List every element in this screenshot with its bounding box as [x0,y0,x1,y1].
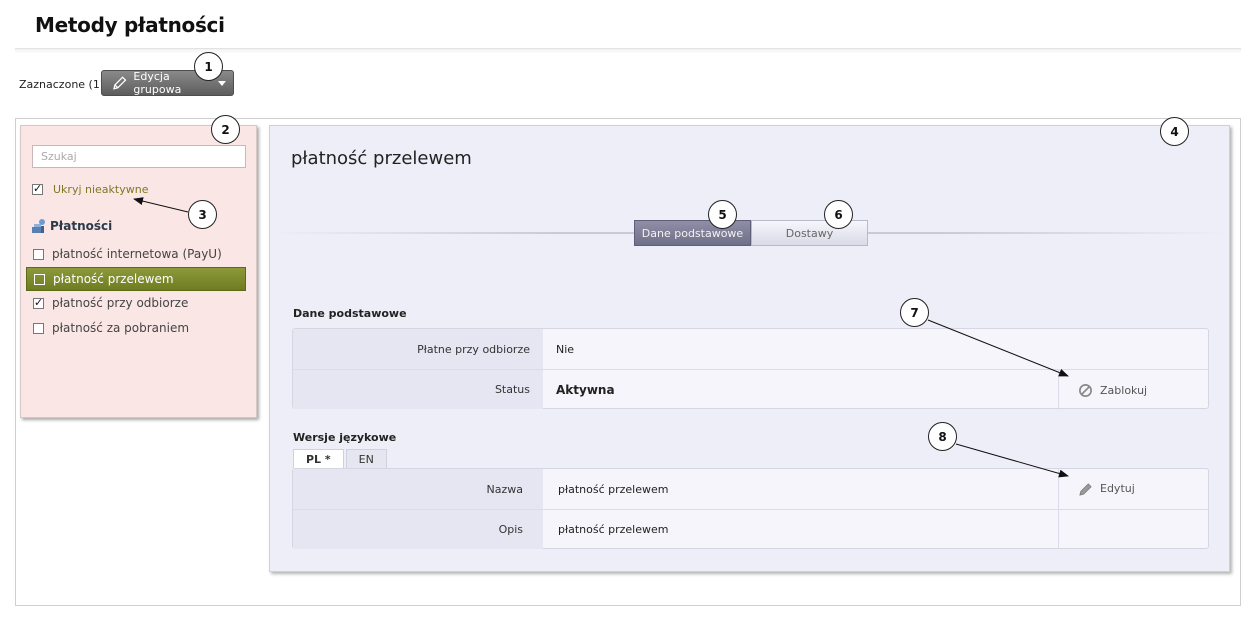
chevron-down-icon[interactable] [218,80,226,86]
item-checkbox[interactable] [33,296,44,309]
row-label: Płatne przy odbiorze [293,329,543,369]
section-heading-label: Płatności [50,219,113,233]
item-checkbox[interactable] [33,248,44,260]
callout-marker: 1 [194,52,223,81]
sidebar-item-payu[interactable]: płatność internetowa (PayU) [26,242,246,266]
table-row: Status Aktywna Zablokuj [293,369,1208,410]
sidebar-item-przelew[interactable]: płatność przelewem [26,267,246,291]
language-versions-heading: Wersje językowe [293,431,397,444]
row-label: Nazwa [293,469,543,509]
pencil-icon [1079,483,1092,496]
callout-marker: 2 [211,115,240,144]
block-button[interactable]: Zablokuj [1058,370,1147,410]
sidebar-item-pobranie[interactable]: płatność za pobraniem [26,316,246,340]
block-label: Zablokuj [1100,383,1148,397]
item-checkbox[interactable] [34,273,45,285]
details-title: płatność przelewem [291,148,472,169]
row-value: Nie [556,342,575,356]
row-label: Status [293,370,543,409]
sidebar-item-label: płatność za pobraniem [52,321,190,335]
details-panel: płatność przelewem Dane podstawowe Dosta… [269,125,1230,572]
sidebar: Ukryj nieaktywne Płatności płatność inte… [20,125,257,418]
tab-lang-en[interactable]: EN [345,449,387,468]
callout-marker: 4 [1160,117,1189,146]
status-value: Aktywna [556,382,615,397]
page-title: Metody płatności [35,13,225,37]
hide-inactive-toggle[interactable]: Ukryj nieaktywne [32,182,149,196]
callout-marker: 7 [900,298,929,327]
callout-marker: 8 [928,422,957,451]
selected-count-label: Zaznaczone (1) [19,78,105,91]
table-row: Płatne przy odbiorze Nie [293,329,1208,369]
edit-label: Edytuj [1100,482,1135,495]
section-heading-payments: Płatności [30,218,112,234]
sidebar-item-label: płatność przelewem [53,272,174,286]
tab-lang-pl[interactable]: PL * [293,449,344,468]
sidebar-item-label: płatność internetowa (PayU) [52,247,222,261]
row-label: Opis [293,510,543,549]
payments-icon [32,219,45,233]
edit-button[interactable]: Edytuj [1058,469,1135,548]
pencil-icon [113,76,127,90]
tab-deliveries[interactable]: Dostawy [751,220,868,246]
basic-data-heading: Dane podstawowe [293,307,407,320]
search-input[interactable] [32,145,246,168]
language-table: Nazwa płatność przelewem Opis płatność p… [292,468,1209,549]
hide-inactive-checkbox[interactable] [32,182,43,195]
hide-inactive-label: Ukryj nieaktywne [53,183,149,196]
callout-marker: 5 [708,200,737,229]
title-divider [15,48,1241,54]
callout-marker: 6 [824,200,853,229]
basic-data-table: Płatne przy odbiorze Nie Status Aktywna … [292,328,1209,410]
sidebar-item-odbior[interactable]: płatność przy odbiorze [26,291,246,315]
block-icon [1079,383,1092,397]
language-tabs: PL * EN [293,449,389,468]
callout-marker: 3 [188,200,217,229]
row-value: płatność przelewem [558,523,669,536]
row-value: płatność przelewem [558,482,669,496]
item-checkbox[interactable] [33,322,44,334]
sidebar-item-label: płatność przy odbiorze [52,296,189,310]
